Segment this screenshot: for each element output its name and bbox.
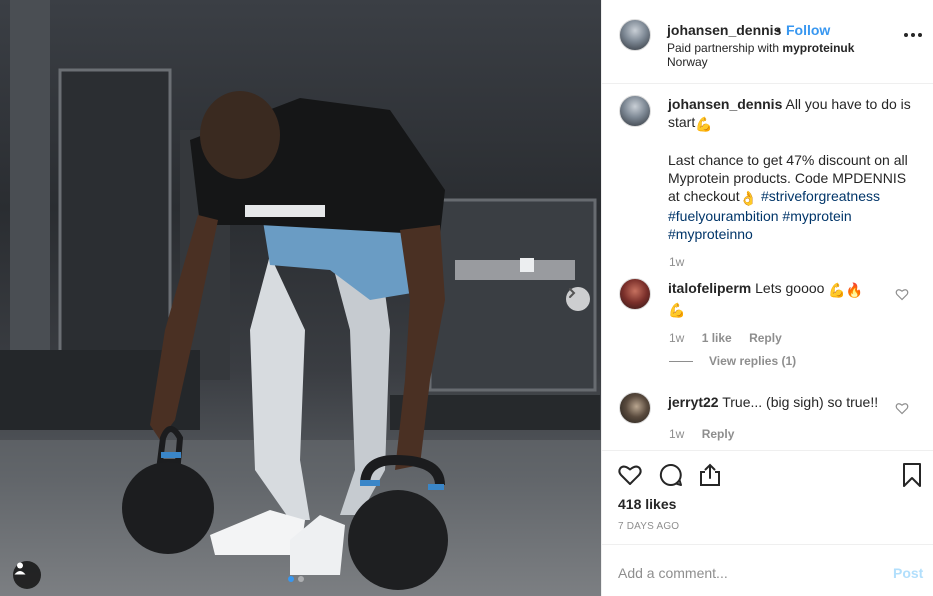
comment-username[interactable]: jerryt22 [668,394,719,410]
bookmark-icon[interactable] [899,462,925,488]
like-comment-heart-icon[interactable] [895,401,909,415]
commenter-avatar[interactable] [619,392,651,424]
like-comment-heart-icon[interactable] [895,287,909,301]
add-comment-input[interactable]: Add a comment... [618,565,728,581]
hashtag-link[interactable]: #myprotein [782,208,851,224]
comment-text: italofeliperm Lets goooo 💪🔥 💪 [668,279,888,319]
comment-time[interactable]: 1w [669,331,684,345]
flexed-biceps-emoji: 💪 [695,116,713,132]
add-comment-bar: Add a comment... Post [602,544,933,596]
reply-button[interactable]: Reply [702,427,735,441]
replies-divider [669,361,693,363]
hashtag-link[interactable]: #myproteinno [668,226,753,242]
next-slide-button[interactable] [566,287,590,311]
partner-link[interactable]: myproteinuk [782,41,854,55]
more-dot-icon [904,33,908,37]
comment-meta: 1w Reply [669,427,748,441]
comment-emoji-line2: 💪 [668,302,686,318]
caption-time[interactable]: 1w [669,255,684,269]
likes-count[interactable]: 418 likes [618,496,676,512]
comment-body: True... (big sigh) so true!! [722,394,879,410]
heart-icon[interactable] [617,462,643,488]
chevron-right-icon [569,288,576,298]
caption-avatar[interactable] [619,95,651,127]
comment-emojis: 💪🔥 [828,282,864,298]
carousel-indicator [288,576,304,582]
paid-partnership-label: Paid partnership with myproteinuk [667,41,854,55]
comment-text: jerryt22 True... (big sigh) so true!! [668,393,888,411]
paid-partnership-prefix: Paid partnership with [667,41,783,55]
comment-meta: 1w 1 like Reply [669,331,796,345]
ok-hand-emoji: 👌 [739,190,758,206]
comment-body: Lets goooo [755,280,825,296]
post-photo[interactable] [0,0,601,596]
carousel-dot-active [288,576,294,582]
hashtag-link[interactable]: #striveforgreatness [761,188,880,204]
view-replies-button[interactable]: View replies (1) [669,354,796,368]
header-separator: • [776,22,781,38]
tagged-users-button[interactable] [13,561,41,589]
comments-list[interactable]: johansen_dennis All you have to do is st… [602,84,933,450]
location-link[interactable]: Norway [667,55,708,69]
post-actions: 418 likes 7 DAYS AGO [602,450,933,544]
view-replies-label: View replies (1) [709,354,797,368]
user-icon [14,562,26,575]
follow-button[interactable]: Follow [786,22,830,38]
caption-username[interactable]: johansen_dennis [668,96,782,112]
comment-likes[interactable]: 1 like [702,331,732,345]
post-header: johansen_dennis • Follow Paid partnershi… [602,0,933,84]
post-sidebar: johansen_dennis • Follow Paid partnershi… [601,0,933,596]
reply-button[interactable]: Reply [749,331,782,345]
comment-time[interactable]: 1w [669,427,684,441]
post-photo-illustration [0,0,601,596]
commenter-avatar[interactable] [619,278,651,310]
share-icon[interactable] [697,462,723,488]
carousel-dot [298,576,304,582]
comment-icon[interactable] [658,462,684,488]
more-options-button[interactable] [904,33,922,37]
post-comment-button[interactable]: Post [893,565,923,581]
caption-text: johansen_dennis All you have to do is st… [668,95,918,243]
post-timestamp[interactable]: 7 DAYS AGO [618,521,679,532]
caption-meta: 1w [669,255,698,269]
more-dot-icon [918,33,922,37]
comment-username[interactable]: italofeliperm [668,280,751,296]
hashtag-link[interactable]: #fuelyourambition [668,208,779,224]
author-avatar[interactable] [619,19,651,51]
author-username[interactable]: johansen_dennis [667,22,781,38]
more-dot-icon [911,33,915,37]
